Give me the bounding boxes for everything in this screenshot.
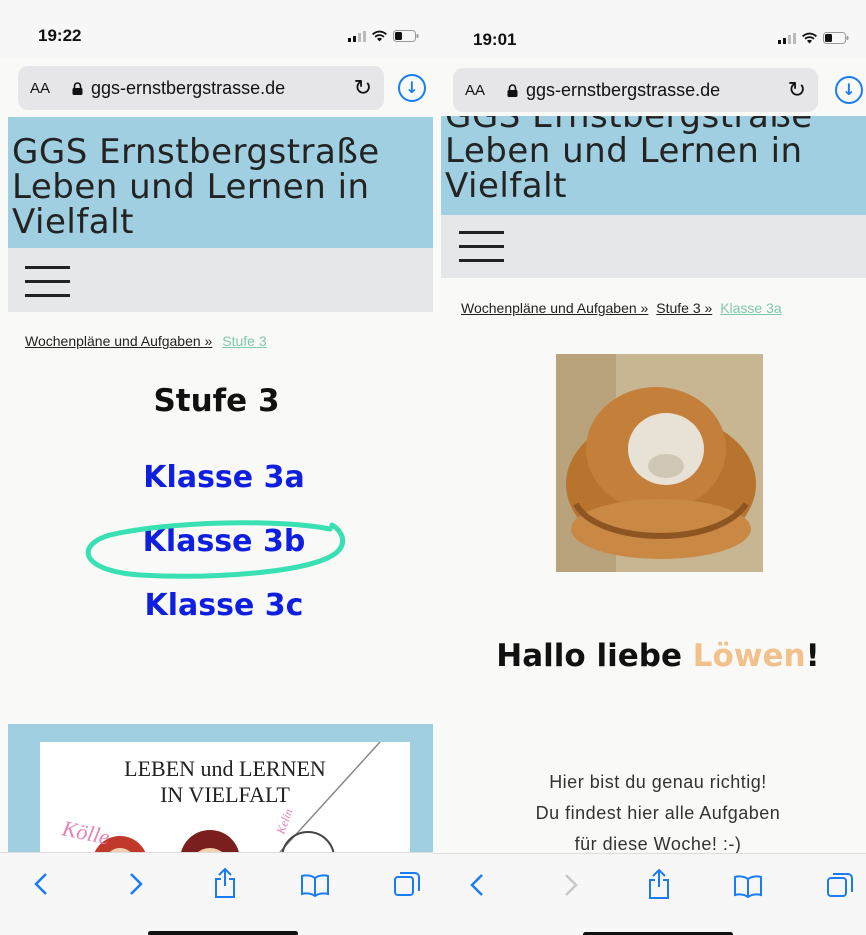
share-icon[interactable] — [647, 868, 671, 900]
bookmarks-icon[interactable] — [300, 873, 330, 897]
battery-icon — [393, 30, 419, 42]
breadcrumb: Wochenpläne und Aufgaben » Stufe 3 — [25, 333, 267, 349]
home-indicator — [148, 931, 298, 935]
hamburger-menu-icon[interactable] — [459, 231, 504, 273]
breadcrumb: Wochenpläne und Aufgaben » Stufe 3 » Kla… — [461, 300, 782, 316]
lock-icon — [72, 81, 83, 95]
forward-arrow-icon[interactable] — [128, 871, 144, 897]
intro-text: Hier bist du genau richtig! Du findest h… — [433, 767, 866, 860]
hamburger-menu-icon[interactable] — [25, 266, 70, 308]
battery-icon — [823, 32, 849, 44]
site-title-line-3: Vielfalt — [12, 202, 134, 242]
site-title-line-3: Vielfalt — [445, 166, 567, 206]
status-bar: 19:22 — [0, 0, 433, 58]
address-bar[interactable]: AA ggs-ernstbergstrasse.de ↻ — [18, 66, 384, 110]
share-icon[interactable] — [213, 867, 237, 899]
breadcrumb-link-wochenplaene[interactable]: Wochenpläne und Aufgaben » — [461, 300, 648, 316]
menu-bar — [8, 248, 433, 312]
class-link-3a[interactable]: Klasse 3a — [0, 460, 433, 495]
menu-bar — [441, 215, 866, 278]
intro-line-2: Du findest hier alle Aufgaben — [535, 803, 781, 823]
address-bar[interactable]: AA ggs-ernstbergstrasse.de ↻ — [453, 68, 818, 112]
forward-arrow-icon — [565, 874, 578, 896]
intro-line-1: Hier bist du genau richtig! — [549, 772, 767, 792]
status-time: 19:22 — [38, 26, 82, 45]
site-header: GGS Ernstbergstraße Leben und Lernen in … — [8, 117, 433, 248]
breadcrumb-current[interactable]: Stufe 3 — [222, 333, 266, 349]
back-arrow-icon[interactable] — [33, 871, 49, 897]
reload-icon[interactable]: ↻ — [354, 75, 372, 101]
site-title-line-1: GGS Ernstbergstraße — [12, 132, 380, 172]
site-title-line-2: Leben und Lernen in — [12, 167, 370, 207]
school-logo-image: LEBEN und LERNEN IN VIELFALT Kölle Kelin — [40, 742, 410, 862]
safari-toolbar — [433, 853, 866, 935]
greeting-heading: Hallo liebe Löwen! — [433, 638, 866, 674]
school-banner: LEBEN und LERNEN IN VIELFALT Kölle Kelin — [8, 724, 433, 862]
breadcrumb-link-wochenplaene[interactable]: Wochenpläne und Aufgaben » — [25, 333, 212, 349]
site-title-text: GGS Ernstbergstraße Leben und Lernen in … — [445, 116, 813, 204]
bookmarks-icon[interactable] — [733, 874, 763, 898]
lion-plush-photo — [556, 354, 763, 572]
greeting-suffix: ! — [805, 638, 820, 674]
url-text: ggs-ernstbergstrasse.de — [526, 79, 721, 100]
signal-icon — [778, 32, 796, 44]
greeting-highlight-loewen: Löwen — [692, 638, 806, 674]
signal-icon — [348, 30, 366, 42]
lock-icon — [507, 83, 518, 97]
site-header: GGS Ernstbergstraße Leben und Lernen in … — [441, 116, 866, 215]
reload-icon[interactable]: ↻ — [788, 77, 806, 103]
breadcrumb-link-stufe3[interactable]: Stufe 3 » — [656, 300, 712, 316]
right-phone-screenshot: 19:01 AA ggs-ernstbergstrasse.de ↻ ↓ GGS… — [433, 0, 866, 935]
tabs-icon[interactable] — [826, 872, 854, 900]
back-arrow-icon[interactable] — [469, 872, 485, 898]
left-phone-screenshot: 19:22 AA ggs-ernstbergstrasse.de ↻ ↓ GGS… — [0, 0, 433, 935]
download-icon[interactable]: ↓ — [835, 76, 863, 104]
url-text: ggs-ernstbergstrasse.de — [91, 77, 286, 98]
safari-toolbar — [0, 852, 433, 935]
greeting-prefix: Hallo liebe — [496, 638, 693, 674]
wifi-icon — [372, 30, 387, 42]
status-time: 19:01 — [473, 30, 517, 49]
class-link-3c[interactable]: Klasse 3c — [0, 588, 433, 623]
highlight-circle-annotation — [85, 520, 346, 579]
status-icons — [778, 32, 849, 44]
breadcrumb-current[interactable]: Klasse 3a — [720, 300, 781, 316]
page-heading: Stufe 3 — [153, 383, 280, 419]
reader-aa-button[interactable]: AA — [30, 80, 50, 97]
wifi-icon — [802, 32, 817, 44]
tabs-icon[interactable] — [393, 871, 421, 899]
site-title-line-2: Leben und Lernen in — [445, 131, 803, 171]
status-icons — [348, 30, 419, 42]
reader-aa-button[interactable]: AA — [465, 82, 485, 99]
status-bar: 19:01 — [433, 0, 866, 58]
lion-plush-image — [556, 354, 763, 572]
download-icon[interactable]: ↓ — [398, 74, 426, 102]
